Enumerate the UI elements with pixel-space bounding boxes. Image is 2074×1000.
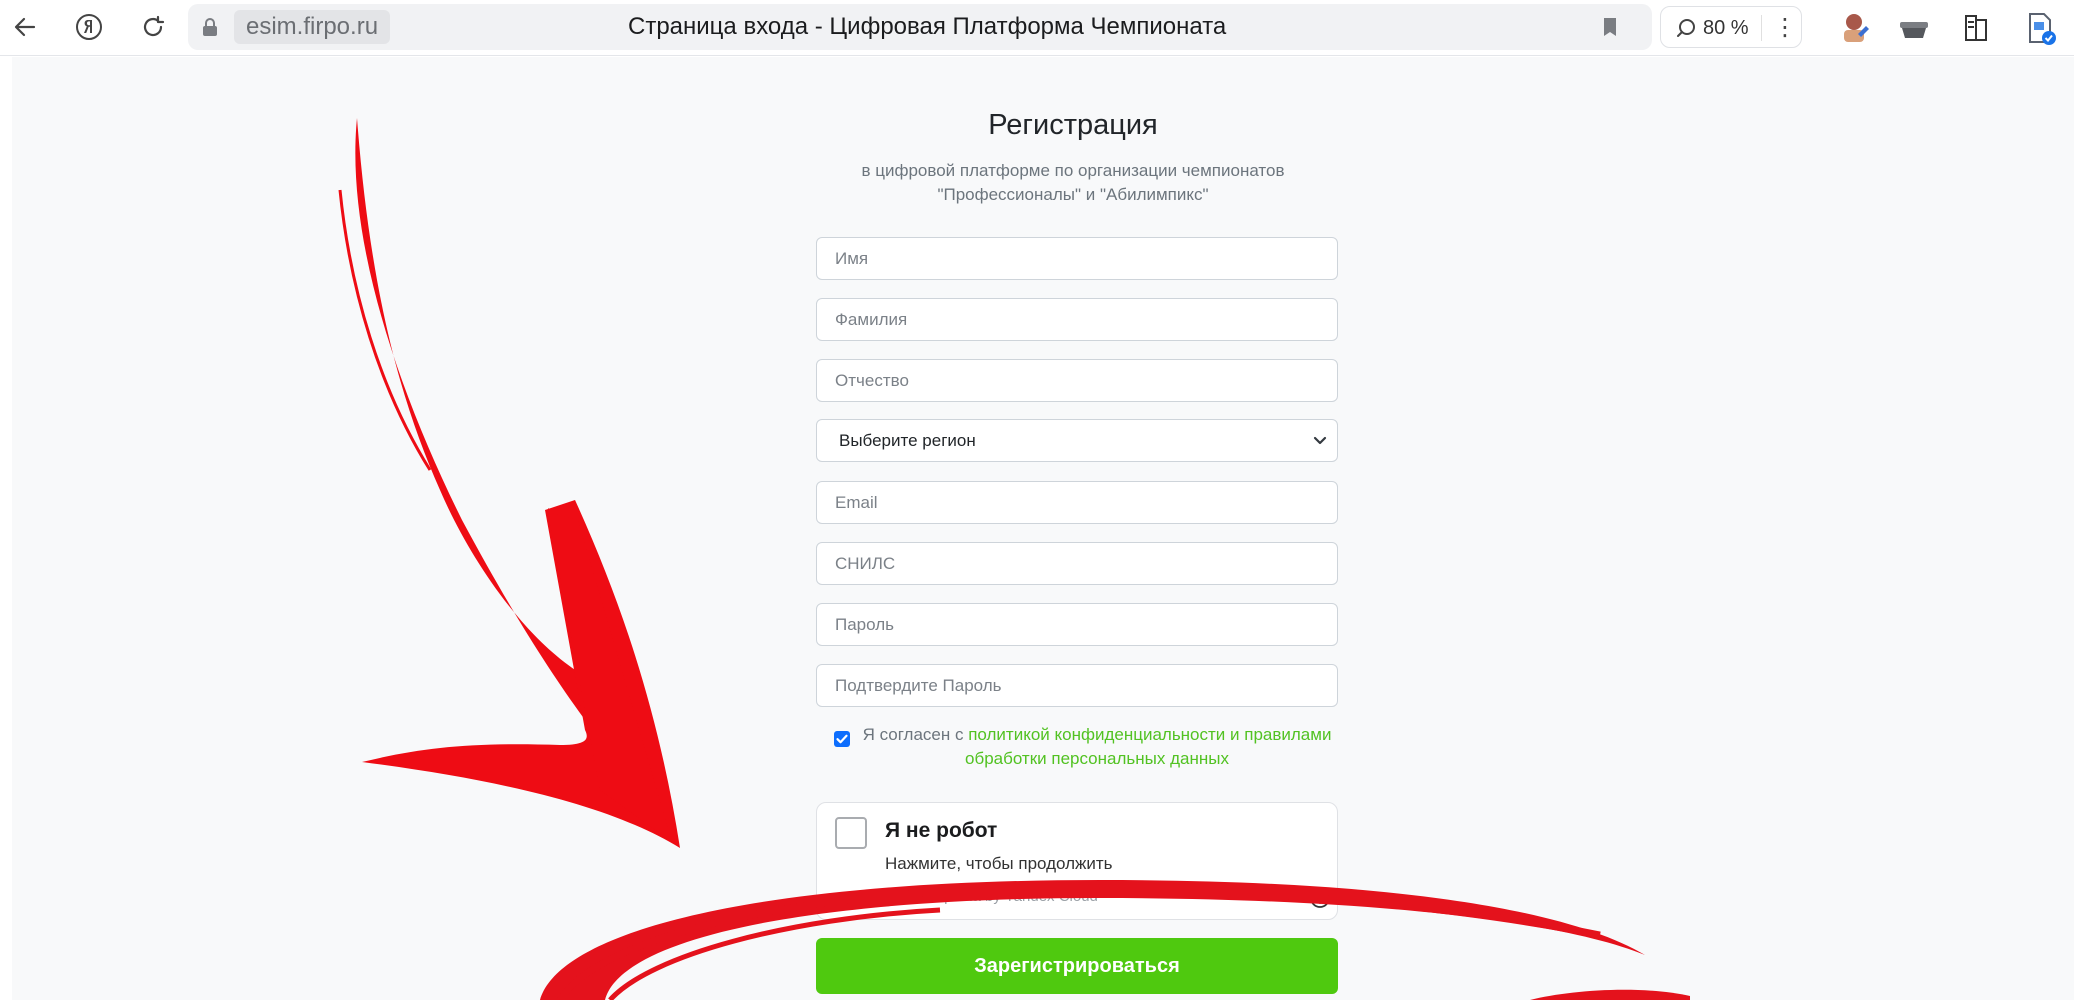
subtitle-line-2: "Профессионалы" и "Абилимпикс" [937,185,1209,204]
snils-input[interactable] [816,542,1338,585]
info-icon[interactable] [1309,887,1331,909]
consent-text: Я согласен с политикой конфиденциальност… [857,723,1337,771]
chevron-down-icon [1311,432,1329,450]
extension-document-check-icon[interactable] [2022,10,2058,46]
register-button[interactable]: Зарегистрироваться [816,938,1338,994]
bookmark-icon[interactable] [1598,15,1622,39]
extension-avatar-icon[interactable] [1836,10,1872,46]
page-content: Регистрация в цифровой платформе по орга… [12,57,2074,1000]
divider [1761,15,1762,41]
extension-reader-icon[interactable] [1958,10,1994,46]
yandex-logo-icon[interactable] [72,10,106,44]
privacy-policy-link[interactable]: политикой конфиденциальности и правилами… [965,725,1331,768]
consent-checkbox[interactable] [834,731,850,747]
back-arrow-icon[interactable] [8,10,42,44]
first-name-input[interactable] [816,237,1338,280]
zoom-icon [1675,17,1697,39]
password-input[interactable] [816,603,1338,646]
page-subtitle: в цифровой платформе по организации чемп… [805,159,1341,207]
zoom-level: 80 % [1703,17,1749,39]
email-input[interactable] [816,481,1338,524]
lock-icon [200,17,220,37]
page-title: Регистрация [988,109,1158,141]
captcha-checkbox[interactable] [835,817,867,849]
address-bar[interactable]: esim.firpo.ru Страница входа - Цифровая … [188,4,1652,50]
region-select[interactable]: Выберите регион [816,419,1338,462]
subtitle-line-1: в цифровой платформе по организации чемп… [861,161,1285,180]
reload-icon[interactable] [136,10,170,44]
kebab-menu-icon[interactable]: ⋮ [1773,13,1797,43]
patronymic-input[interactable] [816,359,1338,402]
captcha-widget: Я не робот Нажмите, чтобы продолжить Sma… [816,802,1338,920]
captcha-title: Я не робот [885,819,998,842]
address-domain[interactable]: esim.firpo.ru [234,10,391,44]
last-name-input[interactable] [816,298,1338,341]
extension-hat-icon[interactable] [1896,10,1932,46]
zoom-control[interactable]: 80 % ⋮ [1660,6,1802,48]
consent-prefix: Я согласен с [862,725,969,744]
confirm-password-input[interactable] [816,664,1338,707]
browser-toolbar: esim.firpo.ru Страница входа - Цифровая … [0,0,2074,56]
captcha-hint: Нажмите, чтобы продолжить [885,854,1113,873]
region-select-value: Выберите регион [839,431,976,450]
checkmark-icon [836,734,848,744]
page-tab-title: Страница входа - Цифровая Платформа Чемп… [628,13,1227,40]
captcha-provider: SmartCaptcha by Yandex Cloud [885,888,1098,905]
